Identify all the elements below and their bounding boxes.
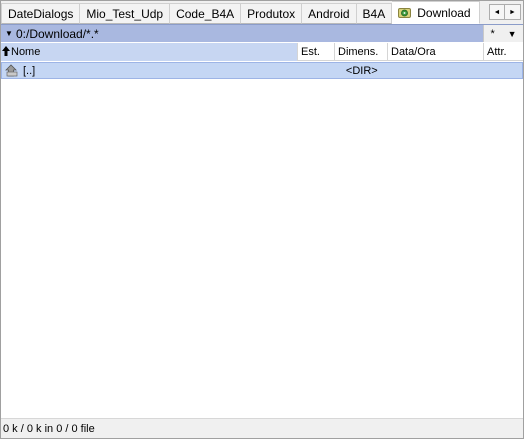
tab-bar: DateDialogs Mio_Test_Udp Code_B4A Produt… bbox=[1, 1, 523, 24]
current-path[interactable]: 0:/Download/*.* bbox=[16, 27, 523, 41]
column-size-label: Dimens. bbox=[338, 46, 379, 58]
chevron-right-icon: ► bbox=[509, 8, 516, 16]
file-manager-panel: DateDialogs Mio_Test_Udp Code_B4A Produt… bbox=[0, 0, 524, 439]
chevron-left-icon: ◄ bbox=[493, 8, 501, 16]
tab-datedialogs[interactable]: DateDialogs bbox=[1, 3, 81, 24]
column-ext[interactable]: Est. bbox=[298, 43, 335, 61]
tab-label: Code_B4A bbox=[176, 6, 235, 21]
tab-b4a[interactable]: B4A bbox=[356, 3, 393, 24]
path-dropdown-icon[interactable]: ▼ bbox=[2, 26, 16, 42]
tab-list: DateDialogs Mio_Test_Udp Code_B4A Produt… bbox=[1, 1, 480, 24]
column-header: Nome Est. Dimens. Data/Ora Attr. bbox=[1, 43, 523, 61]
tab-label: DateDialogs bbox=[8, 6, 74, 21]
tab-scroll-right-button[interactable]: ► bbox=[505, 4, 521, 20]
tab-label: Download bbox=[417, 5, 471, 20]
status-bar: 0 k / 0 k in 0 / 0 file bbox=[1, 418, 523, 438]
row-name-text: [..] bbox=[23, 64, 36, 77]
tab-label: Mio_Test_Udp bbox=[86, 6, 164, 21]
filter-star-button[interactable]: * bbox=[490, 28, 494, 40]
column-name-label: Nome bbox=[11, 46, 41, 58]
up-folder-icon bbox=[5, 64, 19, 77]
tab-download[interactable]: Download bbox=[392, 1, 480, 24]
row-size-cell: <DIR> bbox=[345, 64, 378, 77]
row-name-cell: [..] bbox=[2, 64, 298, 77]
status-text: 0 k / 0 k in 0 / 0 file bbox=[3, 422, 95, 435]
column-date-label: Data/Ora bbox=[391, 46, 436, 58]
file-list[interactable]: [..] <DIR> bbox=[1, 62, 523, 418]
tab-produtox[interactable]: Produtox bbox=[241, 3, 303, 24]
column-ext-label: Est. bbox=[301, 46, 320, 58]
column-attr-label: Attr. bbox=[487, 46, 507, 58]
path-bar-controls: * ▼ bbox=[483, 25, 523, 42]
tab-scroll-buttons: ◄ ► bbox=[489, 4, 521, 20]
tab-label: Android bbox=[308, 6, 350, 21]
sort-up-arrow-icon bbox=[2, 45, 10, 59]
tab-code-b4a[interactable]: Code_B4A bbox=[170, 3, 242, 24]
tab-label: Produtox bbox=[247, 6, 296, 21]
column-name[interactable]: Nome bbox=[1, 43, 298, 61]
history-dropdown-icon[interactable]: ▼ bbox=[508, 29, 517, 39]
tab-android[interactable]: Android bbox=[302, 3, 357, 24]
column-attr[interactable]: Attr. bbox=[484, 43, 522, 61]
tab-label: B4A bbox=[362, 6, 386, 21]
path-bar[interactable]: ▼ 0:/Download/*.* * ▼ bbox=[1, 24, 523, 42]
file-row-parent-dir[interactable]: [..] <DIR> bbox=[1, 62, 523, 79]
drive-icon bbox=[398, 6, 412, 19]
column-size[interactable]: Dimens. bbox=[335, 43, 388, 61]
tab-scroll-left-button[interactable]: ◄ bbox=[489, 4, 505, 20]
column-date[interactable]: Data/Ora bbox=[388, 43, 484, 61]
tab-mio-test-udp[interactable]: Mio_Test_Udp bbox=[80, 3, 171, 24]
